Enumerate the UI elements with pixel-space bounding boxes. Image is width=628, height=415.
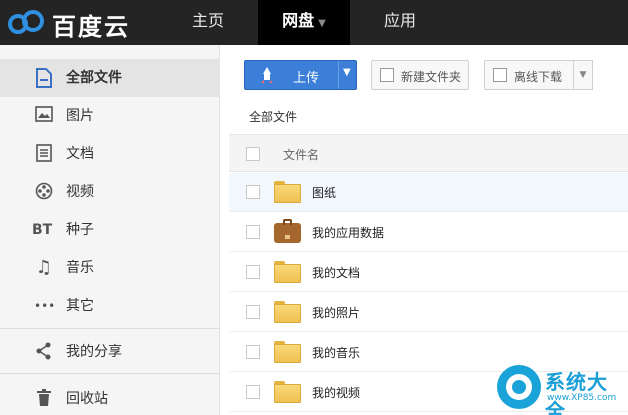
row-checkbox[interactable]	[246, 385, 260, 399]
text-document-icon	[34, 144, 54, 164]
share-icon	[34, 342, 54, 362]
briefcase-icon	[274, 219, 301, 243]
cloud-logo-icon	[8, 10, 44, 34]
sidebar-item-documents[interactable]: 文档	[0, 135, 220, 173]
sidebar-item-label: 种子	[66, 222, 94, 238]
logo-text: 百度云	[52, 13, 130, 41]
sidebar-item-label: 全部文件	[66, 70, 122, 86]
film-reel-icon	[34, 182, 54, 202]
row-checkbox[interactable]	[246, 185, 260, 199]
file-row[interactable]: 我的应用数据	[229, 213, 628, 252]
sidebar-item-music[interactable]: ♫ 音乐	[0, 249, 220, 287]
upload-button[interactable]: 上传 ▼	[244, 60, 357, 90]
folder-icon	[274, 179, 301, 203]
nav-apps[interactable]: 应用	[360, 0, 440, 45]
watermark-url: www.XP85.com	[547, 393, 617, 403]
offline-download-label: 离线下载	[514, 70, 563, 84]
top-nav-bar: 百度云 主页 网盘 ▼ 应用	[0, 0, 628, 45]
sidebar-divider	[0, 373, 220, 374]
sidebar: 全部文件 图片 文档 视频 BT 种子 ♫ 音乐 ••• 其它 我的分享 回收站	[0, 45, 220, 415]
baidu-cloud-logo[interactable]: 百度云	[4, 5, 144, 41]
new-folder-label: 新建文件夹	[401, 70, 462, 84]
offline-download-dropdown[interactable]: ▼	[573, 60, 593, 90]
sidebar-item-label: 文档	[66, 146, 94, 162]
folder-icon	[274, 379, 301, 403]
file-row[interactable]: 图纸	[229, 173, 628, 212]
sidebar-item-label: 回收站	[66, 391, 108, 407]
sidebar-item-recycle-bin[interactable]: 回收站	[0, 380, 220, 415]
bt-icon: BT	[32, 222, 53, 238]
upload-split-divider	[338, 61, 339, 89]
file-name[interactable]: 我的文档	[312, 264, 360, 281]
file-name[interactable]: 我的视频	[312, 384, 360, 401]
folder-icon	[274, 259, 301, 283]
new-folder-button[interactable]: 新建文件夹	[371, 60, 469, 90]
sidebar-item-label: 图片	[66, 108, 94, 124]
file-row[interactable]: 我的文档	[229, 253, 628, 292]
file-name[interactable]: 我的应用数据	[312, 224, 384, 241]
row-checkbox[interactable]	[246, 265, 260, 279]
file-row[interactable]: 我的照片	[229, 293, 628, 332]
upload-label: 上传	[293, 71, 320, 86]
download-icon	[493, 68, 507, 82]
site-watermark: 系统大全 www.XP85.com	[497, 362, 628, 415]
sidebar-item-label: 音乐	[66, 260, 94, 276]
sidebar-item-torrents[interactable]: BT 种子	[0, 211, 220, 249]
sidebar-divider	[0, 328, 220, 329]
image-icon	[34, 106, 54, 126]
new-folder-icon	[380, 68, 394, 82]
music-note-icon: ♫	[35, 257, 53, 278]
watermark-title: 系统大全	[545, 370, 608, 415]
row-checkbox[interactable]	[246, 305, 260, 319]
sidebar-item-images[interactable]: 图片	[0, 97, 220, 135]
row-checkbox[interactable]	[246, 345, 260, 359]
nav-disk[interactable]: 网盘 ▼	[258, 0, 350, 45]
column-header-name[interactable]: 文件名	[283, 146, 319, 163]
folder-icon	[274, 299, 301, 323]
sidebar-item-other[interactable]: ••• 其它	[0, 287, 220, 325]
watermark-logo-icon	[497, 365, 541, 409]
breadcrumb[interactable]: 全部文件	[249, 108, 297, 125]
more-dots-icon: •••	[34, 299, 56, 313]
sidebar-item-label: 我的分享	[66, 344, 122, 360]
chevron-down-icon[interactable]: ▼	[343, 67, 351, 78]
nav-home[interactable]: 主页	[168, 0, 248, 45]
sidebar-item-videos[interactable]: 视频	[0, 173, 220, 211]
file-list-header: 文件名	[229, 134, 628, 172]
sidebar-item-my-shares[interactable]: 我的分享	[0, 333, 220, 371]
offline-download-button[interactable]: 离线下载	[484, 60, 580, 90]
folder-icon	[274, 339, 301, 363]
file-name[interactable]: 我的照片	[312, 304, 360, 321]
trash-icon	[34, 389, 54, 409]
chevron-down-icon: ▼	[318, 18, 326, 29]
file-name[interactable]: 图纸	[312, 184, 336, 201]
upload-rocket-icon	[261, 67, 273, 83]
sidebar-item-all-files[interactable]: 全部文件	[0, 59, 220, 97]
sidebar-item-label: 其它	[66, 298, 94, 314]
chevron-down-icon: ▼	[579, 70, 587, 80]
select-all-checkbox[interactable]	[246, 147, 260, 161]
file-name[interactable]: 我的音乐	[312, 344, 360, 361]
sidebar-item-label: 视频	[66, 184, 94, 200]
nav-disk-label: 网盘	[282, 11, 315, 30]
document-icon	[34, 68, 54, 88]
row-checkbox[interactable]	[246, 225, 260, 239]
